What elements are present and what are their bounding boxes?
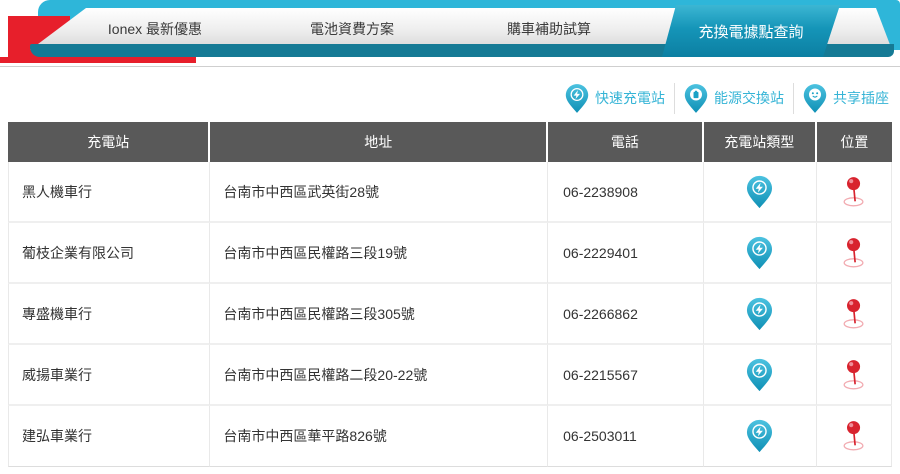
header-location: 位置: [816, 122, 892, 162]
tab-header: Ionex 最新優惠 電池資費方案 購車補助試算 充換電據點查詢: [0, 0, 900, 70]
station-type-cell: [703, 345, 817, 406]
map-pin-icon[interactable]: [840, 298, 868, 330]
station-location-cell: [816, 223, 892, 284]
header-divider-line: [0, 66, 900, 67]
map-pin-icon[interactable]: [840, 420, 868, 452]
legend-label-fast-charge: 快速充電站: [595, 90, 665, 106]
station-phone: 06-2503011: [548, 406, 704, 467]
station-location-cell: [816, 162, 892, 223]
station-address: 台南市中西區華平路826號: [210, 406, 549, 467]
station-name: 黑人機車行: [8, 162, 211, 223]
table-row: 葡枝企業有限公司 台南市中西區民權路三段19號 06-2229401: [8, 223, 892, 284]
legend-label-battery-swap: 能源交換站: [714, 90, 784, 106]
station-address: 台南市中西區民權路二段20-22號: [210, 345, 549, 406]
station-name: 專盛機車行: [8, 284, 211, 345]
fast-charge-pin-icon: [747, 358, 773, 391]
station-location-cell: [816, 345, 892, 406]
station-phone: 06-2238908: [548, 162, 704, 223]
header-station-name: 充電站: [8, 122, 211, 162]
fast-charge-pin-icon: [747, 236, 773, 269]
station-name: 威揚車業行: [8, 345, 211, 406]
map-pin-icon[interactable]: [840, 237, 868, 269]
fast-charge-pin-icon: [565, 83, 589, 113]
station-type-cell: [703, 406, 817, 467]
fast-charge-pin-icon: [747, 419, 773, 453]
header-station-type: 充電站類型: [703, 122, 817, 162]
station-phone: 06-2229401: [548, 223, 704, 284]
table-row: 威揚車業行 台南市中西區民權路二段20-22號 06-2215567: [8, 345, 892, 406]
station-phone: 06-2266862: [548, 284, 704, 345]
station-type-cell: [703, 223, 817, 284]
station-name: 葡枝企業有限公司: [8, 223, 211, 284]
station-location-cell: [816, 284, 892, 345]
charging-station-table-wrap: 充電站 地址 電話 充電站類型 位置 黑人機車行 台南市中西區武英街28號 06…: [8, 122, 892, 467]
legend-item-battery-swap: 能源交換站: [674, 82, 793, 114]
header-phone: 電話: [548, 122, 704, 162]
station-type-cell: [703, 162, 817, 223]
charging-station-lookup-page: Ionex 最新優惠 電池資費方案 購車補助試算 充換電據點查詢 快速充電站 能…: [0, 0, 900, 474]
map-pin-icon[interactable]: [840, 359, 868, 391]
legend-item-shared-socket: 共享插座: [793, 82, 898, 114]
header-red-underline: [0, 57, 196, 63]
map-pin-icon[interactable]: [840, 176, 868, 208]
table-header-row: 充電站 地址 電話 充電站類型 位置: [8, 122, 892, 162]
table-row: 建弘車業行 台南市中西區華平路826號 06-2503011: [8, 406, 892, 467]
table-row: 黑人機車行 台南市中西區武英街28號 06-2238908: [8, 162, 892, 223]
table-row: 專盛機車行 台南市中西區民權路三段305號 06-2266862: [8, 284, 892, 345]
legend-item-fast-charge: 快速充電站: [556, 83, 674, 114]
station-location-cell: [816, 406, 892, 467]
legend-label-shared-socket: 共享插座: [833, 90, 889, 106]
battery-swap-pin-icon: [684, 83, 708, 113]
station-type-cell: [703, 284, 817, 345]
header-address: 地址: [210, 122, 549, 162]
fast-charge-pin-icon: [747, 175, 773, 208]
station-address: 台南市中西區武英街28號: [210, 162, 549, 223]
tab-charging-station-lookup[interactable]: 充換電據點查詢: [662, 5, 840, 57]
charging-station-table: 充電站 地址 電話 充電站類型 位置 黑人機車行 台南市中西區武英街28號 06…: [8, 122, 892, 467]
station-address: 台南市中西區民權路三段19號: [210, 223, 549, 284]
station-phone: 06-2215567: [548, 345, 704, 406]
fast-charge-pin-icon: [747, 297, 773, 330]
station-table-body: 黑人機車行 台南市中西區武英街28號 06-2238908 葡枝企業有限公司 台…: [8, 162, 892, 467]
shared-socket-pin-icon: [803, 83, 827, 113]
station-type-legend: 快速充電站 能源交換站 共享插座: [556, 78, 898, 118]
station-name: 建弘車業行: [8, 406, 211, 467]
station-address: 台南市中西區民權路三段305號: [210, 284, 549, 345]
